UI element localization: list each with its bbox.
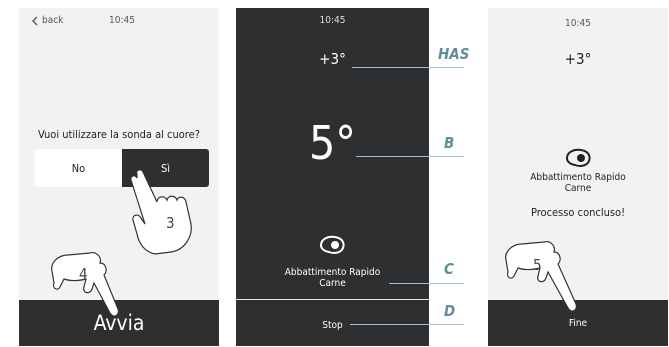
hand-pointer-icon: [130, 169, 192, 255]
callout-label-d: D: [444, 302, 456, 320]
clock-time: 10:45: [109, 15, 135, 26]
meat-icon: [565, 148, 591, 167]
step-number-3: 3: [166, 214, 175, 232]
divider: [236, 299, 429, 300]
program-name: Abbattimento Rapido Carne: [488, 172, 668, 194]
stop-button[interactable]: Stop: [236, 320, 429, 331]
clock-time: 10:45: [319, 15, 346, 26]
clock-time: 10:45: [565, 18, 591, 29]
target-temperature: +3°: [319, 50, 346, 68]
status-message: Processo concluso!: [530, 206, 626, 219]
callout-label-b: B: [444, 134, 455, 152]
program-line-1: Abbattimento Rapido: [284, 267, 381, 278]
chevron-left-icon: [32, 16, 38, 25]
back-button[interactable]: back: [31, 15, 63, 26]
screen-running: 10:45 +3° 5° Abbattimento Rapido Carne S…: [236, 8, 429, 346]
callout-line-b: [356, 156, 464, 157]
callout-line-c: [389, 283, 464, 284]
step-number-5: 5: [533, 256, 542, 274]
step-number-4: 4: [79, 265, 88, 283]
callout-label-has: HAS: [438, 45, 470, 63]
hand-pointer-icon: [51, 252, 119, 317]
program-line-2: Carne: [564, 183, 592, 194]
target-temperature: +3°: [564, 50, 592, 68]
program-line-1: Abbattimento Rapido: [530, 172, 626, 183]
probe-question: Vuoi utilizzare la sonda al cuore?: [38, 128, 200, 141]
callout-line-has: [352, 67, 464, 68]
callout-label-c: C: [444, 260, 454, 278]
back-label: back: [42, 15, 64, 26]
meat-icon: [319, 235, 345, 254]
program-name: Abbattimento Rapido Carne: [236, 267, 429, 289]
hand-pointer-icon: [505, 241, 577, 312]
callout-line-d: [350, 324, 464, 325]
no-button[interactable]: No: [35, 149, 122, 187]
current-temperature: 5°: [308, 116, 356, 170]
